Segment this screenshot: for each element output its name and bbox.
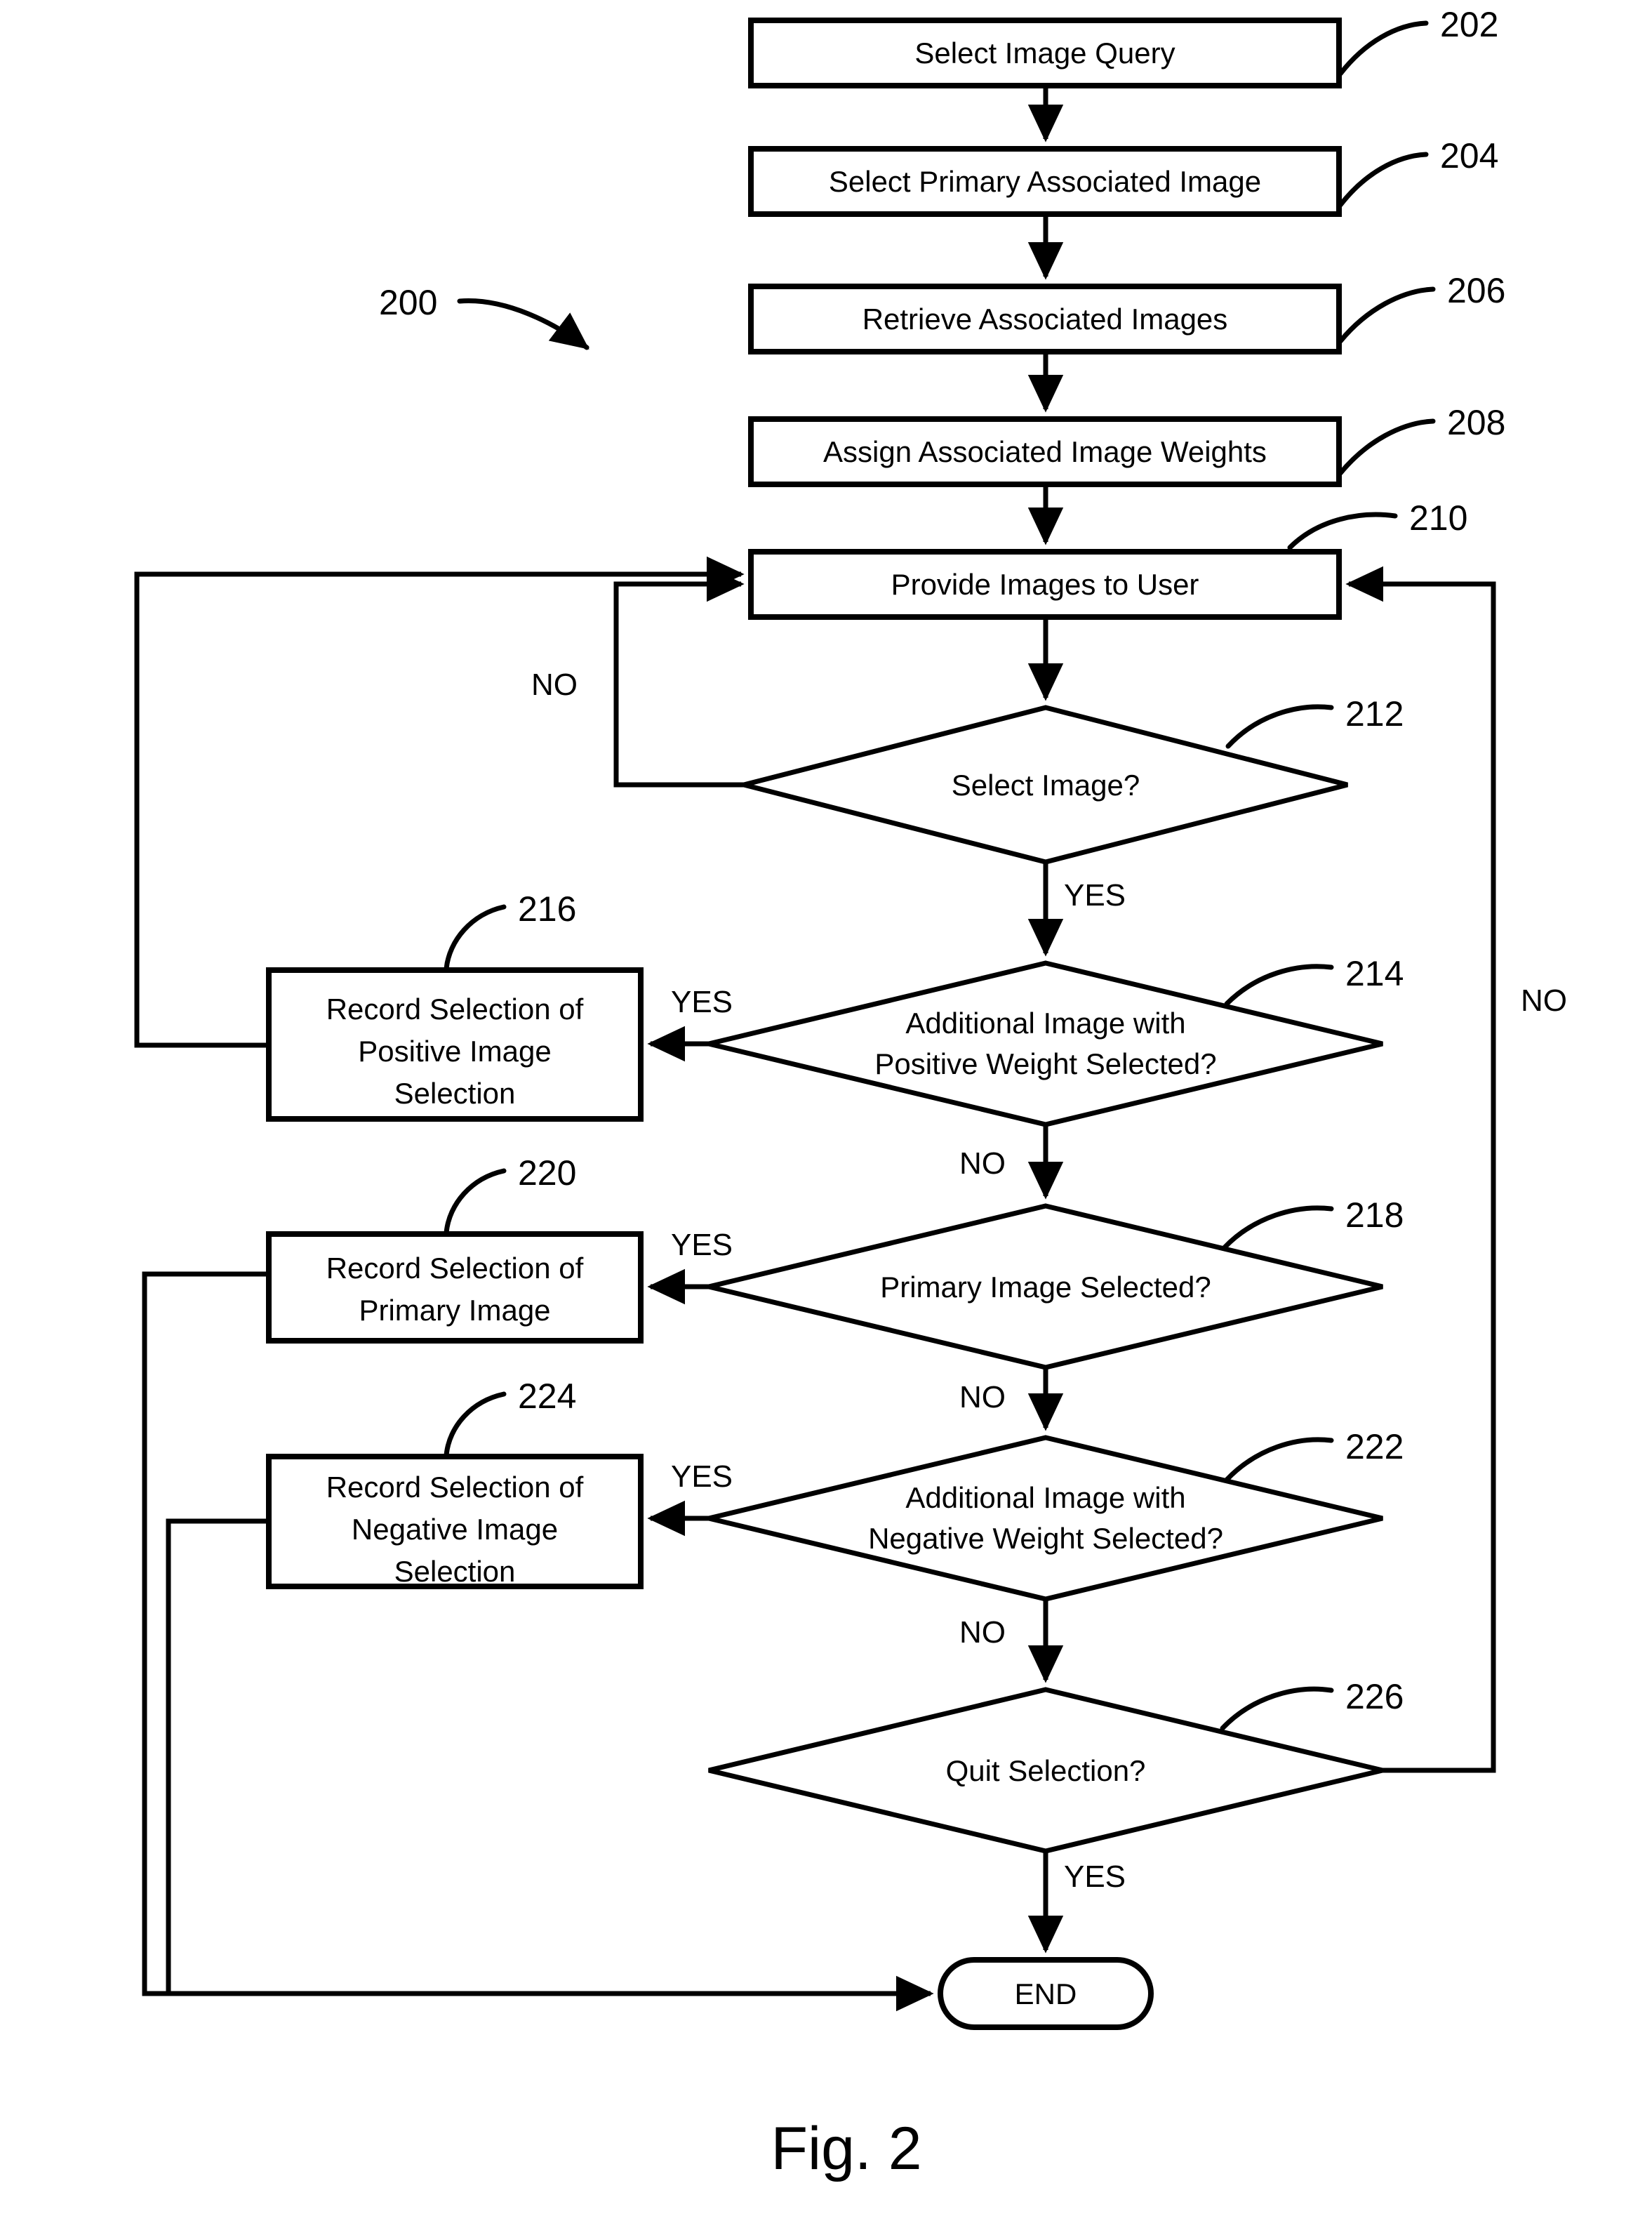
leader-202 [1338, 20, 1429, 77]
ref-label-200: 200 [379, 283, 437, 322]
node-218-label: Primary Image Selected? [880, 1271, 1211, 1304]
leader-204 [1338, 152, 1429, 208]
edge-label-yes-214: YES [671, 985, 733, 1019]
leader-220 [444, 1168, 507, 1235]
node-214-label-line1: Additional Image with [905, 1007, 1185, 1040]
node-224-label-line1: Record Selection of [326, 1471, 584, 1504]
node-end[interactable]: END [938, 1957, 1154, 2030]
node-216-label-line2: Positive Image [358, 1035, 551, 1068]
edge-label-no-212: NO [531, 668, 578, 702]
ref-label-204: 204 [1440, 136, 1498, 175]
edge-label-no-218: NO [959, 1380, 1006, 1414]
figure-sheet: Select Image Query Select Primary Associ… [0, 0, 1652, 2228]
node-202[interactable]: Select Image Query [748, 18, 1342, 88]
node-226[interactable]: Quit Selection? [708, 1687, 1383, 1854]
leader-218 [1221, 1205, 1334, 1251]
leader-224 [444, 1391, 507, 1458]
leader-216 [444, 904, 507, 972]
node-218[interactable]: Primary Image Selected? [708, 1203, 1383, 1370]
ref-label-224: 224 [518, 1377, 576, 1416]
node-216-label-line1: Record Selection of [326, 993, 584, 1026]
node-end-label: END [1015, 1977, 1077, 2010]
node-216[interactable]: Record Selection of Positive Image Selec… [266, 967, 644, 1122]
leader-210 [1287, 512, 1398, 550]
node-214-label-line2: Positive Weight Selected? [874, 1047, 1216, 1080]
leader-212 [1225, 704, 1334, 749]
edge-212-no-to-210 [613, 566, 745, 788]
figure-caption: Fig. 2 [771, 2115, 921, 2182]
edge-224-to-end [166, 1518, 269, 1994]
leader-206 [1338, 286, 1436, 344]
ref-label-214: 214 [1345, 954, 1404, 993]
leader-214 [1224, 964, 1334, 1007]
ref-label-218: 218 [1345, 1195, 1404, 1235]
ref-label-226: 226 [1345, 1677, 1404, 1716]
leader-208 [1338, 418, 1436, 476]
node-222-label-line2: Negative Weight Selected? [868, 1522, 1223, 1555]
node-220-label-line1: Record Selection of [326, 1252, 584, 1285]
leader-200-arrow [457, 298, 589, 350]
edge-label-no-214: NO [959, 1146, 1006, 1181]
node-220-label-line2: Primary Image [359, 1294, 550, 1327]
leader-226 [1220, 1686, 1334, 1731]
node-210-label: Provide Images to User [891, 568, 1199, 601]
node-224[interactable]: Record Selection of Negative Image Selec… [266, 1454, 644, 1589]
node-204[interactable]: Select Primary Associated Image [748, 146, 1342, 217]
node-222-label-line1: Additional Image with [905, 1481, 1185, 1514]
node-224-label-line3: Selection [394, 1555, 516, 1588]
node-222[interactable]: Additional Image with Negative Weight Se… [708, 1435, 1383, 1602]
ref-label-220: 220 [518, 1153, 576, 1193]
ref-label-208: 208 [1447, 403, 1505, 442]
edge-label-no-222: NO [959, 1615, 1006, 1650]
node-208[interactable]: Assign Associated Image Weights [748, 416, 1342, 487]
edge-226-no-to-210 [1345, 566, 1496, 1773]
ref-label-222: 222 [1345, 1427, 1404, 1466]
node-208-label: Assign Associated Image Weights [823, 435, 1267, 468]
ref-label-202: 202 [1440, 5, 1498, 44]
ref-label-212: 212 [1345, 694, 1404, 734]
node-206-label: Retrieve Associated Images [862, 303, 1228, 336]
ref-label-206: 206 [1447, 271, 1505, 310]
node-220[interactable]: Record Selection of Primary Image [266, 1231, 644, 1344]
edge-label-no-226: NO [1521, 983, 1567, 1018]
ref-label-210: 210 [1409, 498, 1467, 538]
node-206[interactable]: Retrieve Associated Images [748, 284, 1342, 354]
node-214[interactable]: Additional Image with Positive Weight Se… [708, 960, 1383, 1127]
node-226-label: Quit Selection? [946, 1754, 1146, 1787]
node-210[interactable]: Provide Images to User [748, 549, 1342, 620]
edge-label-yes-222: YES [671, 1459, 733, 1494]
node-202-label: Select Image Query [914, 37, 1175, 69]
node-212[interactable]: Select Image? [743, 705, 1348, 865]
node-204-label: Select Primary Associated Image [829, 165, 1261, 198]
edge-label-yes-218: YES [671, 1228, 733, 1262]
ref-label-216: 216 [518, 889, 576, 929]
edge-label-yes-212: YES [1064, 878, 1126, 913]
flowchart-canvas: Select Image Query Select Primary Associ… [134, 5, 1567, 2182]
node-224-label-line2: Negative Image [352, 1513, 558, 1546]
edge-label-yes-226: YES [1064, 1859, 1126, 1894]
node-216-label-line3: Selection [394, 1077, 516, 1110]
leader-222 [1224, 1437, 1334, 1483]
node-212-label: Select Image? [952, 769, 1140, 802]
